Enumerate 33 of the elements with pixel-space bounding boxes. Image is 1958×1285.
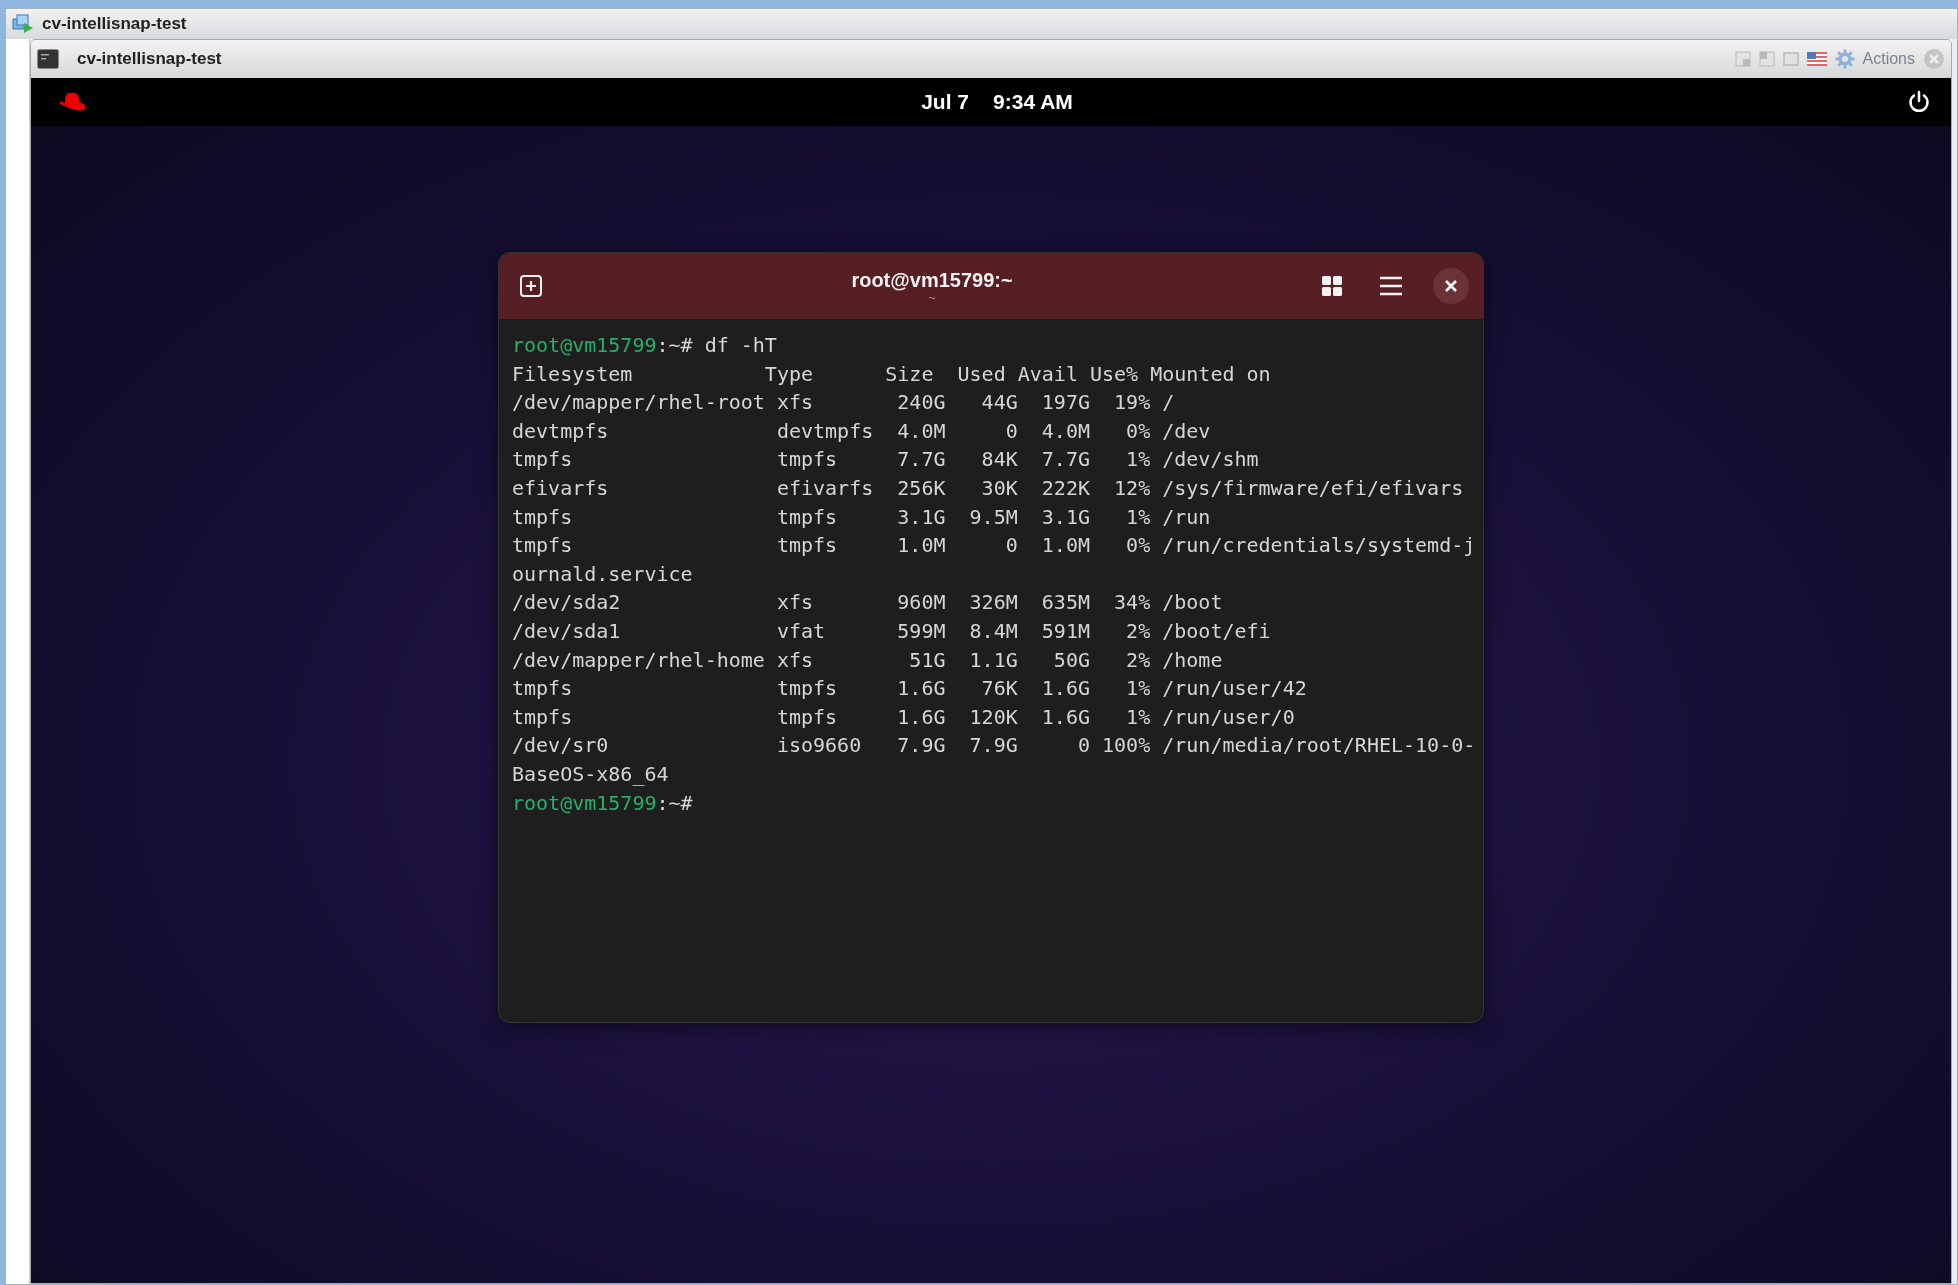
grid-icon (1321, 275, 1343, 297)
output-line: tmpfs tmpfs 3.1G 9.5M 3.1G 1% /run (512, 503, 1212, 531)
output-line: tmpfs tmpfs 1.6G 76K 1.6G 1% /run/user/42 (512, 675, 1308, 703)
power-icon[interactable] (1907, 90, 1931, 114)
flag-icon[interactable] (1806, 52, 1827, 66)
terminal-title: root@vm15799:~ (851, 268, 1013, 291)
output-line: tmpfs tmpfs 1.6G 120K 1.6G 1% /run/user/0 (512, 703, 1296, 731)
output-line: BaseOS-x86_64 (512, 760, 670, 788)
output-line: /dev/sda1 vfat 599M 8.4M 591M 2% /boot/efi (512, 617, 1272, 645)
output-line: tmpfs tmpfs 7.7G 84K 7.7G 1% /dev/shm (512, 446, 1260, 474)
date-label[interactable]: Jul 7 (921, 86, 970, 118)
output-line: Filesystem Type Size Used Avail Use% Mounted on (512, 360, 1272, 388)
shell-prompt: root@vm15799:~# df -hT (512, 332, 778, 359)
output-line: efivarfs efivarfs 256K 30K 222K 12% /sys/firmware/efi/efivars (512, 474, 1465, 502)
terminal-subtitle: ~ (928, 290, 936, 304)
vm-icon (12, 13, 34, 35)
window-title: cv-intellisnap-test (77, 48, 222, 71)
shell-prompt: root@vm15799:~# (512, 789, 694, 817)
console-icon (37, 49, 59, 69)
output-line: ournald.service (512, 560, 694, 588)
output-line: /dev/mapper/rhel-root xfs 240G 44G 197G 19% / (512, 389, 1176, 417)
hat-icon[interactable] (57, 91, 87, 113)
plus-icon (519, 274, 543, 298)
time-label[interactable]: 9:34 AM (993, 86, 1073, 118)
close-icon (1444, 279, 1458, 293)
output-line: tmpfs tmpfs 1.0M 0 1.0M 0% /run/credentials/systemd-j (512, 532, 1470, 560)
output-line: /dev/sda2 xfs 960M 326M 635M 34% /boot (512, 589, 1224, 617)
output-line: devtmpfs devtmpfs 4.0M 0 4.0M 0% /dev (512, 417, 1212, 445)
window-title: cv-intellisnap-test (42, 13, 187, 36)
output-line: /dev/sr0 iso9660 7.9G 7.9G 0 100% /run/media/root/RHEL-10-0- (512, 732, 1470, 760)
output-line: /dev/mapper/rhel-home xfs 51G 1.1G 50G 2% /home (512, 646, 1224, 674)
close-button[interactable] (1433, 268, 1469, 304)
menu-icon (1379, 276, 1403, 296)
